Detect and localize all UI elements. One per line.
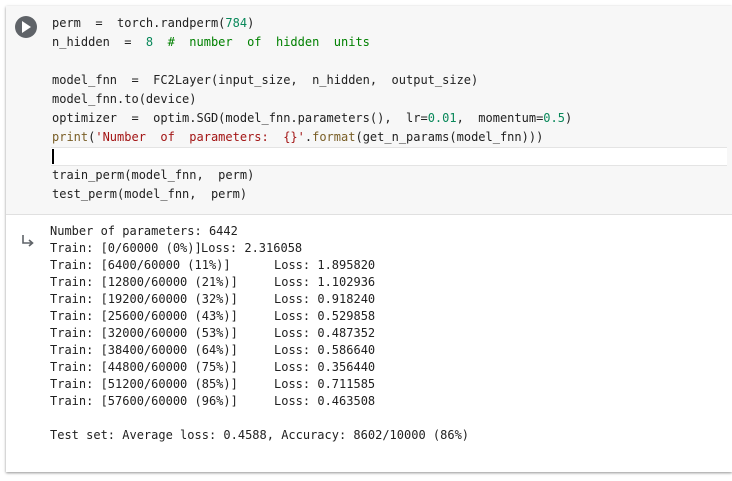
train-loss: Loss: 0.463508 (274, 394, 376, 408)
train-progress: Train: [51200/60000 (85%)] (50, 377, 238, 391)
code-line-5: model_fnn.to(device) (52, 92, 197, 106)
train-progress: Train: [57600/60000 (96%)] (50, 394, 238, 408)
test-result-line: Test set: Average loss: 0.4588, Accuracy… (50, 428, 470, 442)
train-row: Train: [6400/60000 (11%)] Loss: 1.895820 (50, 257, 730, 274)
train-progress: Train: [0/60000 (0%)] (50, 241, 202, 255)
train-loss: Loss: 1.895820 (274, 258, 376, 272)
train-row: Train: [19200/60000 (32%)] Loss: 0.918240 (50, 291, 730, 308)
code-line-1: perm = torch.randperm(784) (52, 16, 255, 30)
train-loss: Loss: 1.102936 (274, 275, 376, 289)
output-arrow-icon[interactable] (20, 233, 36, 249)
code-line-4: model_fnn = FC2Layer(input_size, n_hidde… (52, 73, 479, 87)
train-progress: Train: [12800/60000 (21%)] (50, 275, 238, 289)
code-editor[interactable]: perm = torch.randperm(784) n_hidden = 8 … (6, 6, 732, 215)
text-cursor (52, 149, 54, 164)
train-loss: Loss: 2.316058 (201, 241, 303, 255)
train-loss: Loss: 0.529858 (274, 309, 376, 323)
train-loss: Loss: 0.918240 (274, 292, 376, 306)
train-loss: Loss: 0.356440 (274, 360, 376, 374)
train-row: Train: [38400/60000 (64%)] Loss: 0.586640 (50, 342, 730, 359)
train-row: Train: [44800/60000 (75%)] Loss: 0.356440 (50, 359, 730, 376)
train-progress: Train: [32000/60000 (53%)] (50, 326, 238, 340)
train-row: Train: [12800/60000 (21%)] Loss: 1.102936 (50, 274, 730, 291)
train-row: Train: [0/60000 (0%)] Loss: 2.316058 (50, 240, 730, 257)
train-row: Train: [57600/60000 (96%)] Loss: 0.463508 (50, 393, 730, 410)
code-line-7: print('Number of parameters: {}'.format(… (52, 130, 544, 144)
code-line-2: n_hidden = 8 # number of hidden units (52, 35, 370, 49)
code-line-10: test_perm(model_fnn, perm) (52, 187, 248, 201)
notebook-cell: perm = torch.randperm(784) n_hidden = 8 … (6, 6, 732, 472)
play-icon (22, 21, 31, 33)
run-cell-button[interactable] (15, 16, 37, 38)
train-loss: Loss: 0.711585 (274, 377, 376, 391)
code-line-6: optimizer = optim.SGD(model_fnn.paramete… (52, 111, 573, 125)
code-lines: perm = torch.randperm(784) n_hidden = 8 … (51, 14, 727, 204)
train-progress: Train: [44800/60000 (75%)] (50, 360, 238, 374)
cell-output: Number of parameters: 6442 Train: [0/600… (50, 223, 730, 444)
code-line-9: train_perm(model_fnn, perm) (52, 168, 255, 182)
train-row: Train: [32000/60000 (53%)] Loss: 0.487352 (50, 325, 730, 342)
train-row: Train: [25600/60000 (43%)] Loss: 0.529858 (50, 308, 730, 325)
train-row: Train: [51200/60000 (85%)] Loss: 0.711585 (50, 376, 730, 393)
train-progress: Train: [25600/60000 (43%)] (50, 309, 238, 323)
train-loss: Loss: 0.487352 (274, 326, 376, 340)
train-progress: Train: [6400/60000 (11%)] (50, 258, 231, 272)
train-progress: Train: [19200/60000 (32%)] (50, 292, 238, 306)
train-loss: Loss: 0.586640 (274, 343, 376, 357)
param-count-line: Number of parameters: 6442 (50, 224, 238, 238)
code-line-8-cursor[interactable] (51, 147, 727, 166)
train-progress: Train: [38400/60000 (64%)] (50, 343, 238, 357)
output-spacer (50, 410, 730, 427)
